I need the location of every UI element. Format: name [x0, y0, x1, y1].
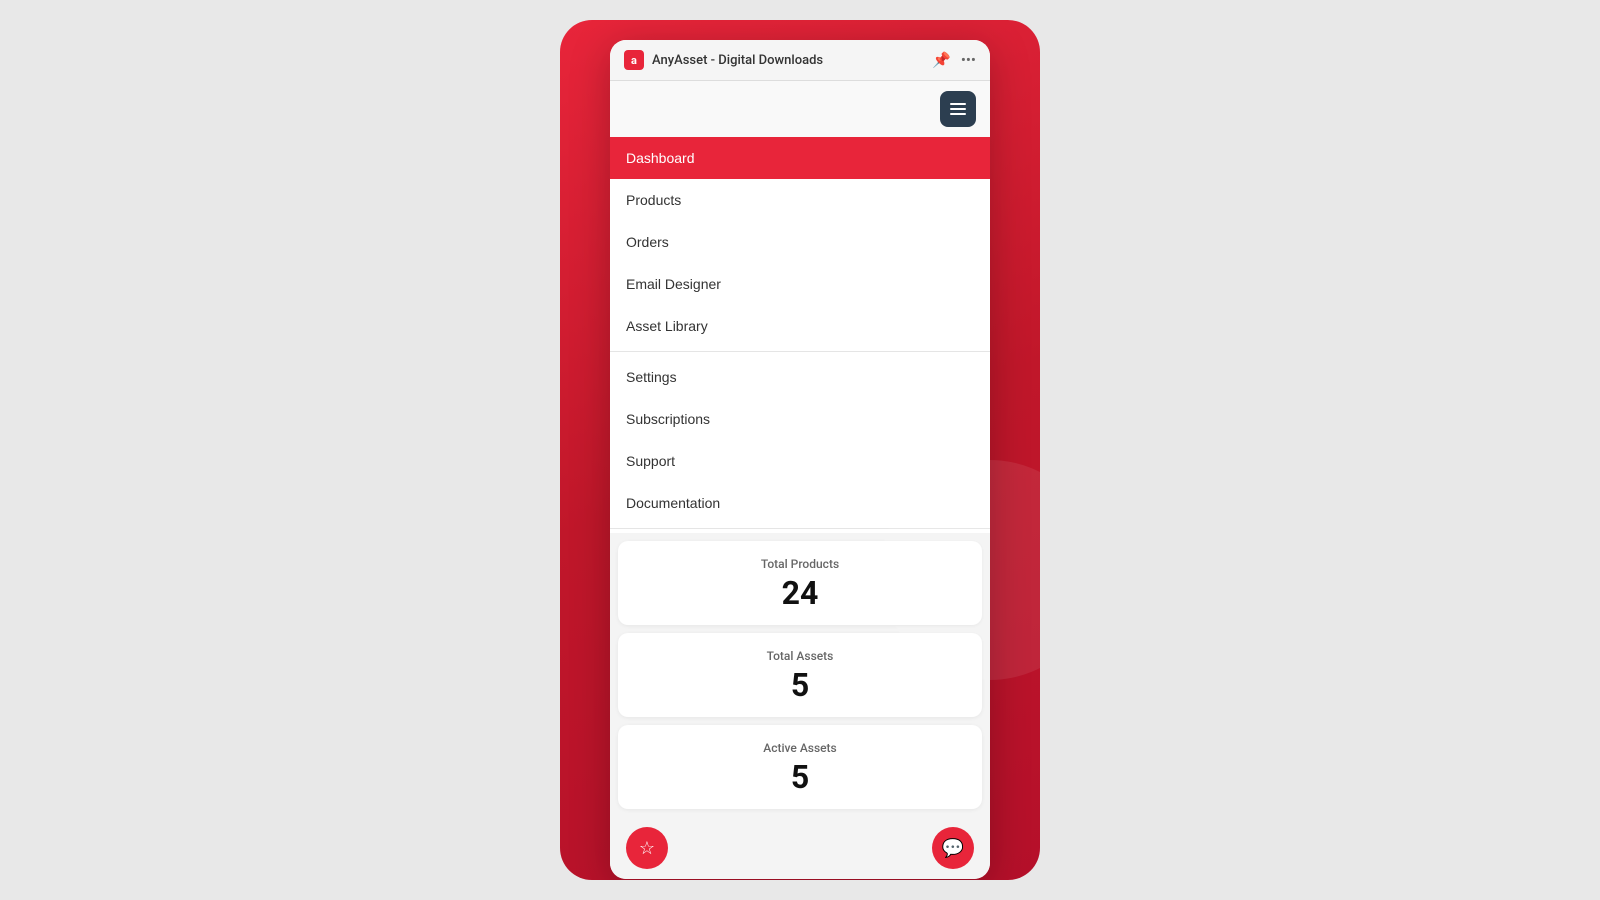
- hamburger-icon: [950, 103, 966, 115]
- total-products-value: 24: [634, 577, 966, 609]
- star-icon: ☆: [639, 838, 655, 859]
- total-assets-value: 5: [634, 669, 966, 701]
- browser-title: AnyAsset - Digital Downloads: [652, 53, 823, 68]
- hamburger-button[interactable]: [940, 91, 976, 127]
- stat-card-total-products: Total Products 24: [618, 541, 982, 625]
- active-assets-value: 5: [634, 761, 966, 793]
- phone-frame: a AnyAsset - Digital Downloads 📌 ••• Das…: [610, 40, 990, 879]
- browser-bar: a AnyAsset - Digital Downloads 📌 •••: [610, 40, 990, 81]
- menu-btn-row: [610, 81, 990, 137]
- nav-menu: Dashboard Products Orders Email Designer…: [610, 137, 990, 529]
- nav-item-settings[interactable]: Settings: [610, 356, 990, 398]
- chat-fab-button[interactable]: 💬: [932, 827, 974, 869]
- star-fab-button[interactable]: ☆: [626, 827, 668, 869]
- more-options-icon[interactable]: •••: [961, 51, 976, 69]
- app-icon: a: [624, 50, 644, 70]
- browser-actions: 📌 •••: [932, 51, 976, 69]
- total-products-label: Total Products: [634, 557, 966, 571]
- total-assets-label: Total Assets: [634, 649, 966, 663]
- nav-item-documentation[interactable]: Documentation: [610, 482, 990, 524]
- nav-item-dashboard[interactable]: Dashboard: [610, 137, 990, 179]
- active-assets-label: Active Assets: [634, 741, 966, 755]
- browser-bar-left: a AnyAsset - Digital Downloads: [624, 50, 924, 70]
- stat-card-total-assets: Total Assets 5: [618, 633, 982, 717]
- nav-item-products[interactable]: Products: [610, 179, 990, 221]
- app-icon-letter: a: [631, 54, 637, 67]
- stat-card-active-assets: Active Assets 5: [618, 725, 982, 809]
- nav-item-subscriptions[interactable]: Subscriptions: [610, 398, 990, 440]
- nav-item-asset-library[interactable]: Asset Library: [610, 305, 990, 347]
- outer-container: a AnyAsset - Digital Downloads 📌 ••• Das…: [560, 20, 1040, 880]
- bottom-bar: ☆ 💬: [610, 817, 990, 879]
- stats-section: Total Products 24 Total Assets 5 Active …: [610, 533, 990, 817]
- nav-item-email-designer[interactable]: Email Designer: [610, 263, 990, 305]
- nav-item-orders[interactable]: Orders: [610, 221, 990, 263]
- nav-divider-2: [610, 528, 990, 529]
- nav-item-support[interactable]: Support: [610, 440, 990, 482]
- nav-divider: [610, 351, 990, 352]
- chat-icon: 💬: [942, 838, 964, 859]
- pin-icon[interactable]: 📌: [932, 51, 951, 69]
